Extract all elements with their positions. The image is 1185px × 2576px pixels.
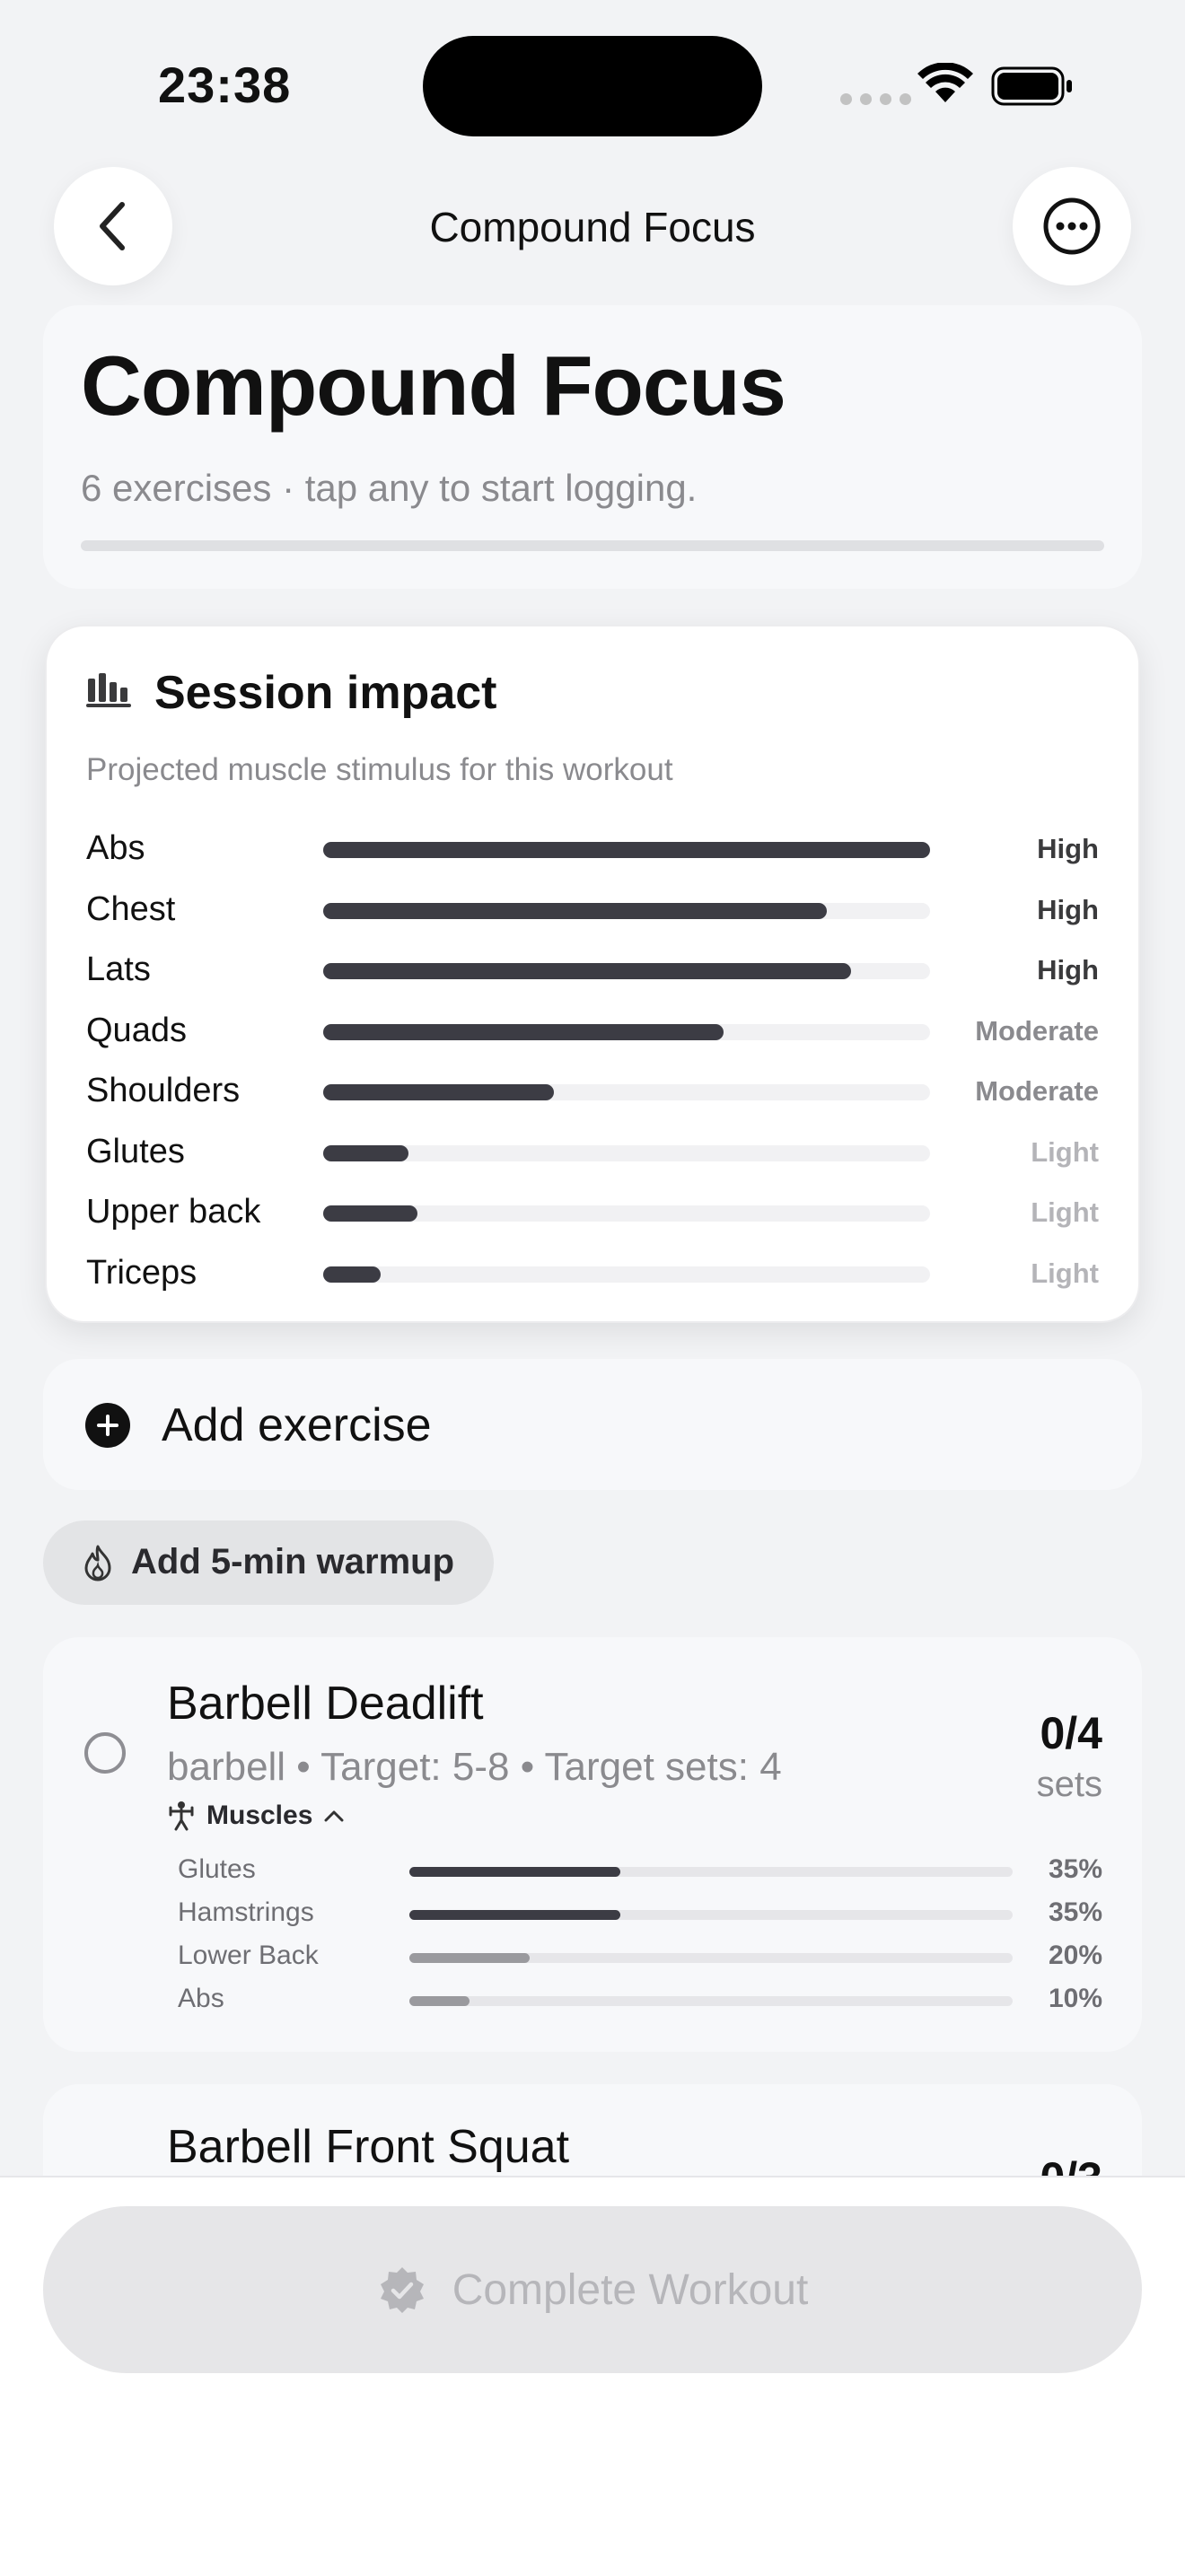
exercise-muscle-row: Glutes 35% <box>178 1854 1102 1887</box>
page-title: Compound Focus <box>81 338 786 433</box>
muscle-impact-bar-fill <box>323 963 852 979</box>
muscle-impact-level: Light <box>1031 1135 1099 1168</box>
nav-title: Compound Focus <box>429 204 756 250</box>
muscle-impact-row: Glutes Light <box>86 1133 1099 1172</box>
muscle-impact-bar-fill <box>323 1023 724 1040</box>
muscle-impact-level: Moderate <box>975 1075 1099 1107</box>
figure-strength-icon <box>169 1801 194 1831</box>
dynamic-island <box>423 36 762 136</box>
ellipsis-circle-icon <box>1043 197 1101 255</box>
muscle-impact-level: High <box>1037 954 1099 986</box>
exercise-muscle-name: Hamstrings <box>178 1897 314 1927</box>
chevron-up-icon <box>324 1810 344 1822</box>
muscle-impact-bar <box>323 842 930 858</box>
exercise-set-unit: sets <box>1036 1765 1102 1804</box>
exercise-muscle-bar-fill <box>409 1953 531 1963</box>
more-options-button[interactable] <box>1013 167 1131 285</box>
exercise-muscle-percent: 10% <box>1048 1984 1102 2013</box>
exercise-muscle-name: Abs <box>178 1984 224 2013</box>
muscle-impact-bar <box>323 963 930 979</box>
muscle-impact-bar <box>323 1144 930 1161</box>
exercise-muscle-name: Glutes <box>178 1854 256 1884</box>
muscle-impact-row: Shoulders Moderate <box>86 1072 1099 1111</box>
muscle-impact-bar <box>323 902 930 919</box>
muscle-name: Glutes <box>86 1132 185 1170</box>
muscle-name: Shoulders <box>86 1072 241 1109</box>
muscle-name: Upper back <box>86 1193 261 1231</box>
plus-circle-icon <box>85 1403 130 1448</box>
muscle-impact-bar-fill <box>323 1266 382 1283</box>
cellular-signal-icon <box>840 93 911 105</box>
muscle-impact-row: Quads Moderate <box>86 1012 1099 1051</box>
muscle-impact-bar <box>323 1266 930 1283</box>
exercise-complete-checkbox[interactable] <box>84 1732 126 1774</box>
workout-progress-bar <box>81 540 1104 551</box>
muscle-impact-row: Upper back Light <box>86 1193 1099 1232</box>
battery-icon <box>991 66 1072 106</box>
exercise-muscle-percent: 35% <box>1048 1897 1102 1927</box>
exercise-muscle-row: Hamstrings 35% <box>178 1897 1102 1930</box>
exercise-muscle-bar-fill <box>409 1910 621 1920</box>
muscle-impact-level: Moderate <box>975 1014 1099 1047</box>
muscle-name: Chest <box>86 889 176 928</box>
exercise-name: Barbell Front Squat <box>167 2121 570 2173</box>
exercise-muscle-row: Abs 10% <box>178 1984 1102 2016</box>
muscle-impact-row: Lats High <box>86 951 1099 990</box>
muscle-name: Lats <box>86 951 151 988</box>
exercise-muscle-bar <box>409 1953 1013 1963</box>
exercise-muscle-bar-fill <box>409 1996 470 2006</box>
muscle-impact-level: High <box>1037 893 1099 925</box>
exercise-muscle-row: Lower Back 20% <box>178 1941 1102 1973</box>
muscles-toggle[interactable]: Muscles <box>167 1801 345 1831</box>
session-impact-subtitle: Projected muscle stimulus for this worko… <box>86 752 673 787</box>
muscle-impact-bar <box>323 1023 930 1040</box>
status-time: 23:38 <box>158 57 292 113</box>
exercise-muscle-percent: 20% <box>1048 1941 1102 1970</box>
muscle-impact-level: High <box>1037 833 1099 864</box>
exercise-muscle-bar <box>409 1867 1013 1877</box>
muscle-impact-bar <box>323 1084 930 1100</box>
muscle-impact-bar-fill <box>323 1084 554 1100</box>
muscle-impact-level: Light <box>1031 1257 1099 1289</box>
muscle-impact-bar-fill <box>323 902 828 919</box>
exercise-muscle-bar <box>409 1996 1013 2006</box>
muscles-toggle-label: Muscles <box>206 1801 313 1830</box>
muscle-impact-row: Abs High <box>86 829 1099 869</box>
checkmark-seal-icon <box>380 2267 424 2313</box>
session-impact-title: Session impact <box>154 667 497 719</box>
add-warmup-label: Add 5-min warmup <box>131 1542 455 1582</box>
complete-workout-label: Complete Workout <box>452 2265 809 2314</box>
muscle-name: Abs <box>86 829 145 867</box>
muscle-impact-bar <box>323 1205 930 1222</box>
muscle-impact-row: Triceps Light <box>86 1254 1099 1293</box>
flame-icon <box>84 1545 111 1582</box>
muscle-name: Triceps <box>86 1253 198 1292</box>
exercise-muscle-percent: 35% <box>1048 1854 1102 1884</box>
exercise-set-count: 0/4 <box>1040 1708 1102 1758</box>
wifi-icon <box>917 63 973 102</box>
exercise-name: Barbell Deadlift <box>167 1678 484 1730</box>
exercise-muscle-name: Lower Back <box>178 1941 319 1970</box>
add-exercise-label: Add exercise <box>162 1399 432 1451</box>
muscle-impact-bar-fill <box>323 1205 417 1222</box>
bar-chart-icon <box>86 673 131 707</box>
workout-subtitle: 6 exercises · tap any to start logging. <box>81 467 698 509</box>
complete-workout-button[interactable]: Complete Workout <box>43 2206 1142 2373</box>
exercise-meta: barbell • Target: 5-8 • Target sets: 4 <box>167 1745 782 1789</box>
muscle-impact-bar-fill <box>323 1144 408 1161</box>
exercise-muscle-bar <box>409 1910 1013 1920</box>
exercise-muscle-bar-fill <box>409 1867 621 1877</box>
muscle-impact-level: Light <box>1031 1196 1099 1228</box>
muscle-impact-row: Chest High <box>86 890 1099 930</box>
muscle-impact-bar-fill <box>323 842 930 858</box>
muscle-name: Quads <box>86 1011 187 1049</box>
